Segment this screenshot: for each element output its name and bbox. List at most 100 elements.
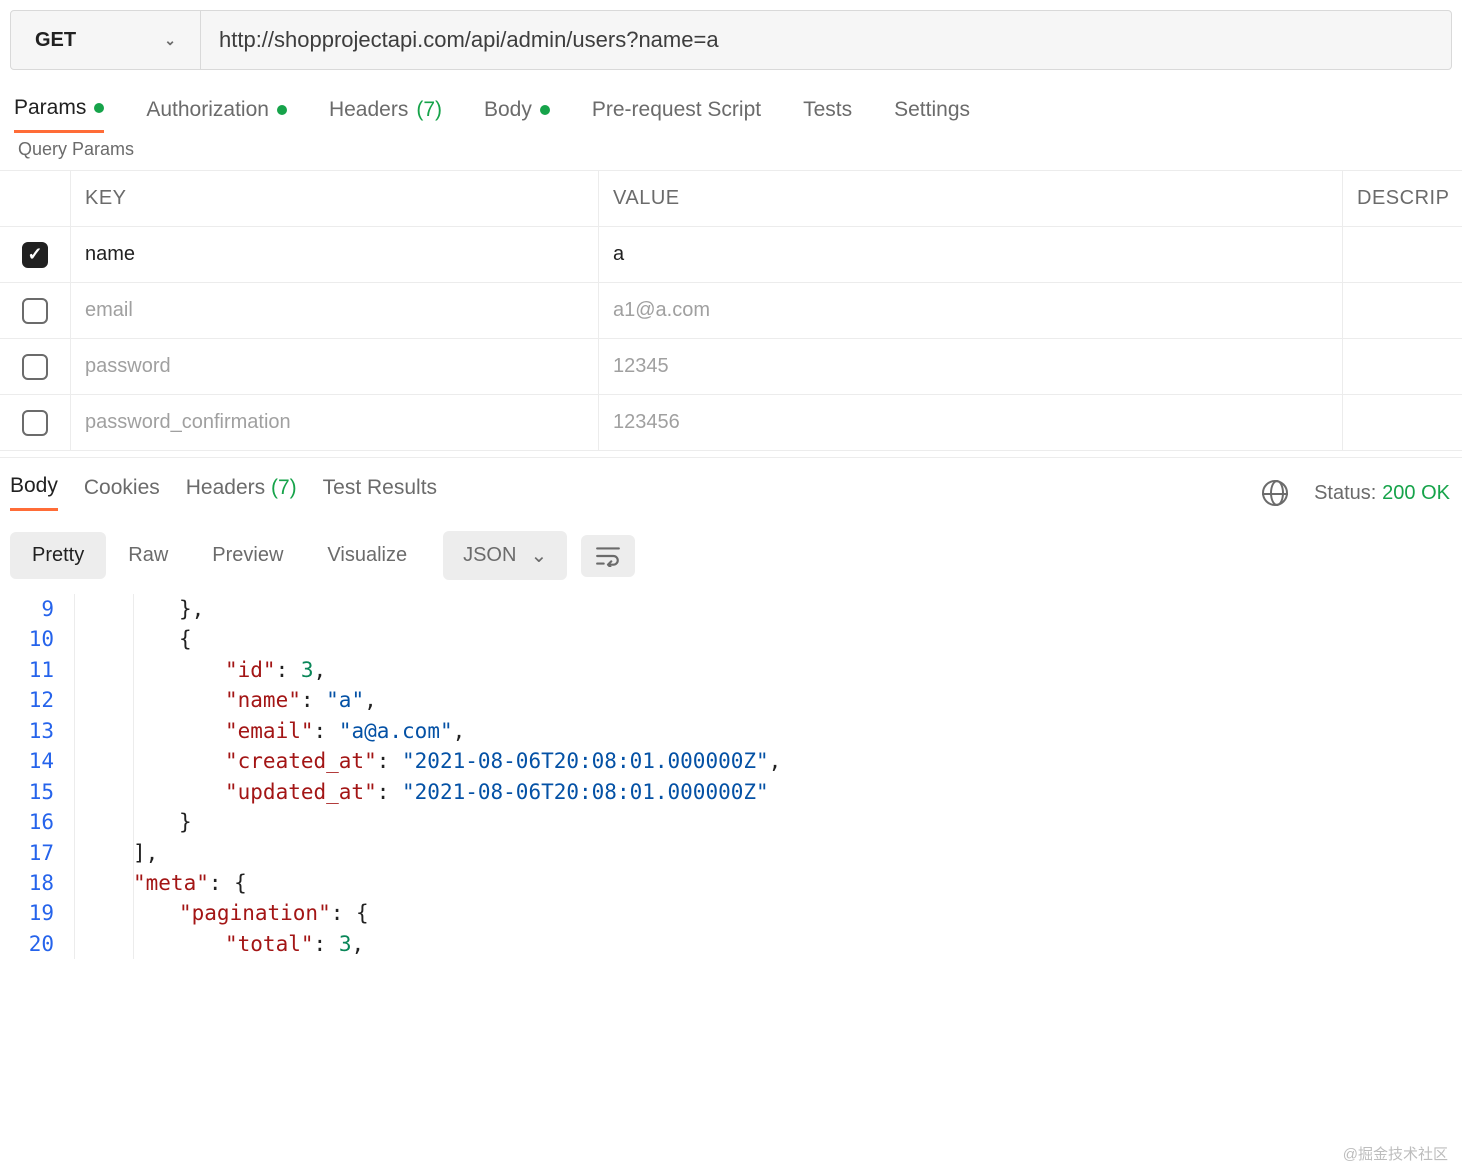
param-desc-input[interactable] [1342, 283, 1462, 338]
response-tabs: Body Cookies Headers (7) Test Results St… [0, 457, 1462, 517]
status-dot-icon [540, 105, 550, 115]
param-checkbox[interactable] [22, 298, 48, 324]
code-line: 15"updated_at": "2021-08-06T20:08:01.000… [4, 777, 1462, 807]
word-wrap-icon [595, 545, 621, 567]
param-checkbox[interactable] [22, 410, 48, 436]
param-row: password12345 [0, 339, 1462, 395]
param-key-input[interactable]: name [70, 227, 598, 282]
param-desc-input[interactable] [1342, 339, 1462, 394]
line-content: "email": "a@a.com", [74, 716, 1462, 746]
tab-authorization[interactable]: Authorization [146, 96, 287, 133]
code-line: 11"id": 3, [4, 655, 1462, 685]
line-content: "updated_at": "2021-08-06T20:08:01.00000… [74, 777, 1462, 807]
view-pretty[interactable]: Pretty [10, 532, 106, 579]
code-line: 13"email": "a@a.com", [4, 716, 1462, 746]
tab-headers[interactable]: Headers (7) [329, 96, 442, 133]
request-tabs: Params Authorization Headers (7) Body Pr… [0, 80, 1462, 137]
param-value-input[interactable]: a1@a.com [598, 283, 1342, 338]
code-line: 10{ [4, 624, 1462, 654]
param-row: emaila1@a.com [0, 283, 1462, 339]
line-content: }, [74, 594, 1462, 624]
param-key-input[interactable]: password_confirmation [70, 395, 598, 450]
tab-prereq-label: Pre-request Script [592, 98, 761, 122]
status-label: Status: [1314, 482, 1376, 504]
code-line: 9}, [4, 594, 1462, 624]
http-method-value: GET [35, 29, 76, 52]
body-format-select[interactable]: JSON ⌄ [443, 531, 567, 580]
request-bar: GET ⌄ http://shopprojectapi.com/api/admi… [10, 10, 1452, 70]
line-content: "meta": { [74, 868, 1462, 898]
line-content: "id": 3, [74, 655, 1462, 685]
tab-tests[interactable]: Tests [803, 96, 852, 133]
param-value-input[interactable]: 12345 [598, 339, 1342, 394]
url-input[interactable]: http://shopprojectapi.com/api/admin/user… [201, 11, 1451, 69]
tab-prerequest[interactable]: Pre-request Script [592, 96, 761, 133]
view-visualize[interactable]: Visualize [305, 532, 429, 579]
line-content: "created_at": "2021-08-06T20:08:01.00000… [74, 746, 1462, 776]
code-line: 20"total": 3, [4, 929, 1462, 959]
code-line: 18"meta": { [4, 868, 1462, 898]
body-format-value: JSON [463, 544, 516, 567]
word-wrap-button[interactable] [581, 535, 635, 577]
line-content: "total": 3, [74, 929, 1462, 959]
param-value-input[interactable]: 123456 [598, 395, 1342, 450]
code-line: 19"pagination": { [4, 898, 1462, 928]
line-number: 9 [4, 594, 74, 624]
body-view-segment: Pretty Raw Preview Visualize [10, 532, 429, 579]
headers-count: (7) [416, 98, 442, 122]
param-key-input[interactable]: password [70, 339, 598, 394]
line-number: 18 [4, 868, 74, 898]
line-number: 11 [4, 655, 74, 685]
params-header-row: KEY VALUE DESCRIP [0, 171, 1462, 227]
param-value-input[interactable]: a [598, 227, 1342, 282]
param-desc-input[interactable] [1342, 395, 1462, 450]
line-number: 16 [4, 807, 74, 837]
http-method-select[interactable]: GET ⌄ [11, 11, 201, 69]
param-row: ✓ namea [0, 227, 1462, 283]
line-number: 20 [4, 929, 74, 959]
watermark: @掘金技术社区 [1343, 1143, 1448, 1164]
resp-headers-label: Headers [186, 476, 265, 499]
tab-body[interactable]: Body [484, 96, 550, 133]
col-key: KEY [70, 171, 598, 226]
line-content: } [74, 807, 1462, 837]
line-number: 19 [4, 898, 74, 928]
view-preview[interactable]: Preview [190, 532, 305, 579]
code-line: 14"created_at": "2021-08-06T20:08:01.000… [4, 746, 1462, 776]
param-checkbox[interactable] [22, 354, 48, 380]
section-query-params: Query Params [0, 137, 1462, 170]
url-value: http://shopprojectapi.com/api/admin/user… [219, 27, 719, 53]
resp-tab-cookies[interactable]: Cookies [84, 476, 160, 510]
status-dot-icon [94, 103, 104, 113]
line-content: "pagination": { [74, 898, 1462, 928]
params-table: KEY VALUE DESCRIP ✓nameaemaila1@a.compas… [0, 170, 1462, 451]
chevron-down-icon: ⌄ [164, 32, 176, 49]
chevron-down-icon: ⌄ [530, 543, 547, 568]
tab-settings[interactable]: Settings [894, 96, 970, 133]
param-key-input[interactable]: email [70, 283, 598, 338]
line-number: 14 [4, 746, 74, 776]
tab-headers-label: Headers [329, 98, 408, 122]
response-code-viewer[interactable]: 9},10{11"id": 3,12"name": "a",13"email":… [0, 594, 1462, 959]
resp-tab-body[interactable]: Body [10, 474, 58, 511]
param-checkbox[interactable]: ✓ [22, 242, 48, 268]
resp-tab-headers[interactable]: Headers (7) [186, 476, 297, 510]
line-number: 15 [4, 777, 74, 807]
status-block: Status: 200 OK [1314, 481, 1450, 505]
tab-tests-label: Tests [803, 98, 852, 122]
line-number: 12 [4, 685, 74, 715]
resp-tab-tests[interactable]: Test Results [323, 476, 437, 510]
col-value: VALUE [598, 171, 1342, 226]
col-desc: DESCRIP [1342, 171, 1462, 226]
line-number: 17 [4, 838, 74, 868]
globe-icon[interactable] [1262, 480, 1288, 506]
tab-body-label: Body [484, 98, 532, 122]
tab-auth-label: Authorization [146, 98, 269, 122]
code-line: 12"name": "a", [4, 685, 1462, 715]
line-content: ], [74, 838, 1462, 868]
tab-params[interactable]: Params [14, 96, 104, 133]
param-desc-input[interactable] [1342, 227, 1462, 282]
view-raw[interactable]: Raw [106, 532, 190, 579]
status-dot-icon [277, 105, 287, 115]
line-content: "name": "a", [74, 685, 1462, 715]
